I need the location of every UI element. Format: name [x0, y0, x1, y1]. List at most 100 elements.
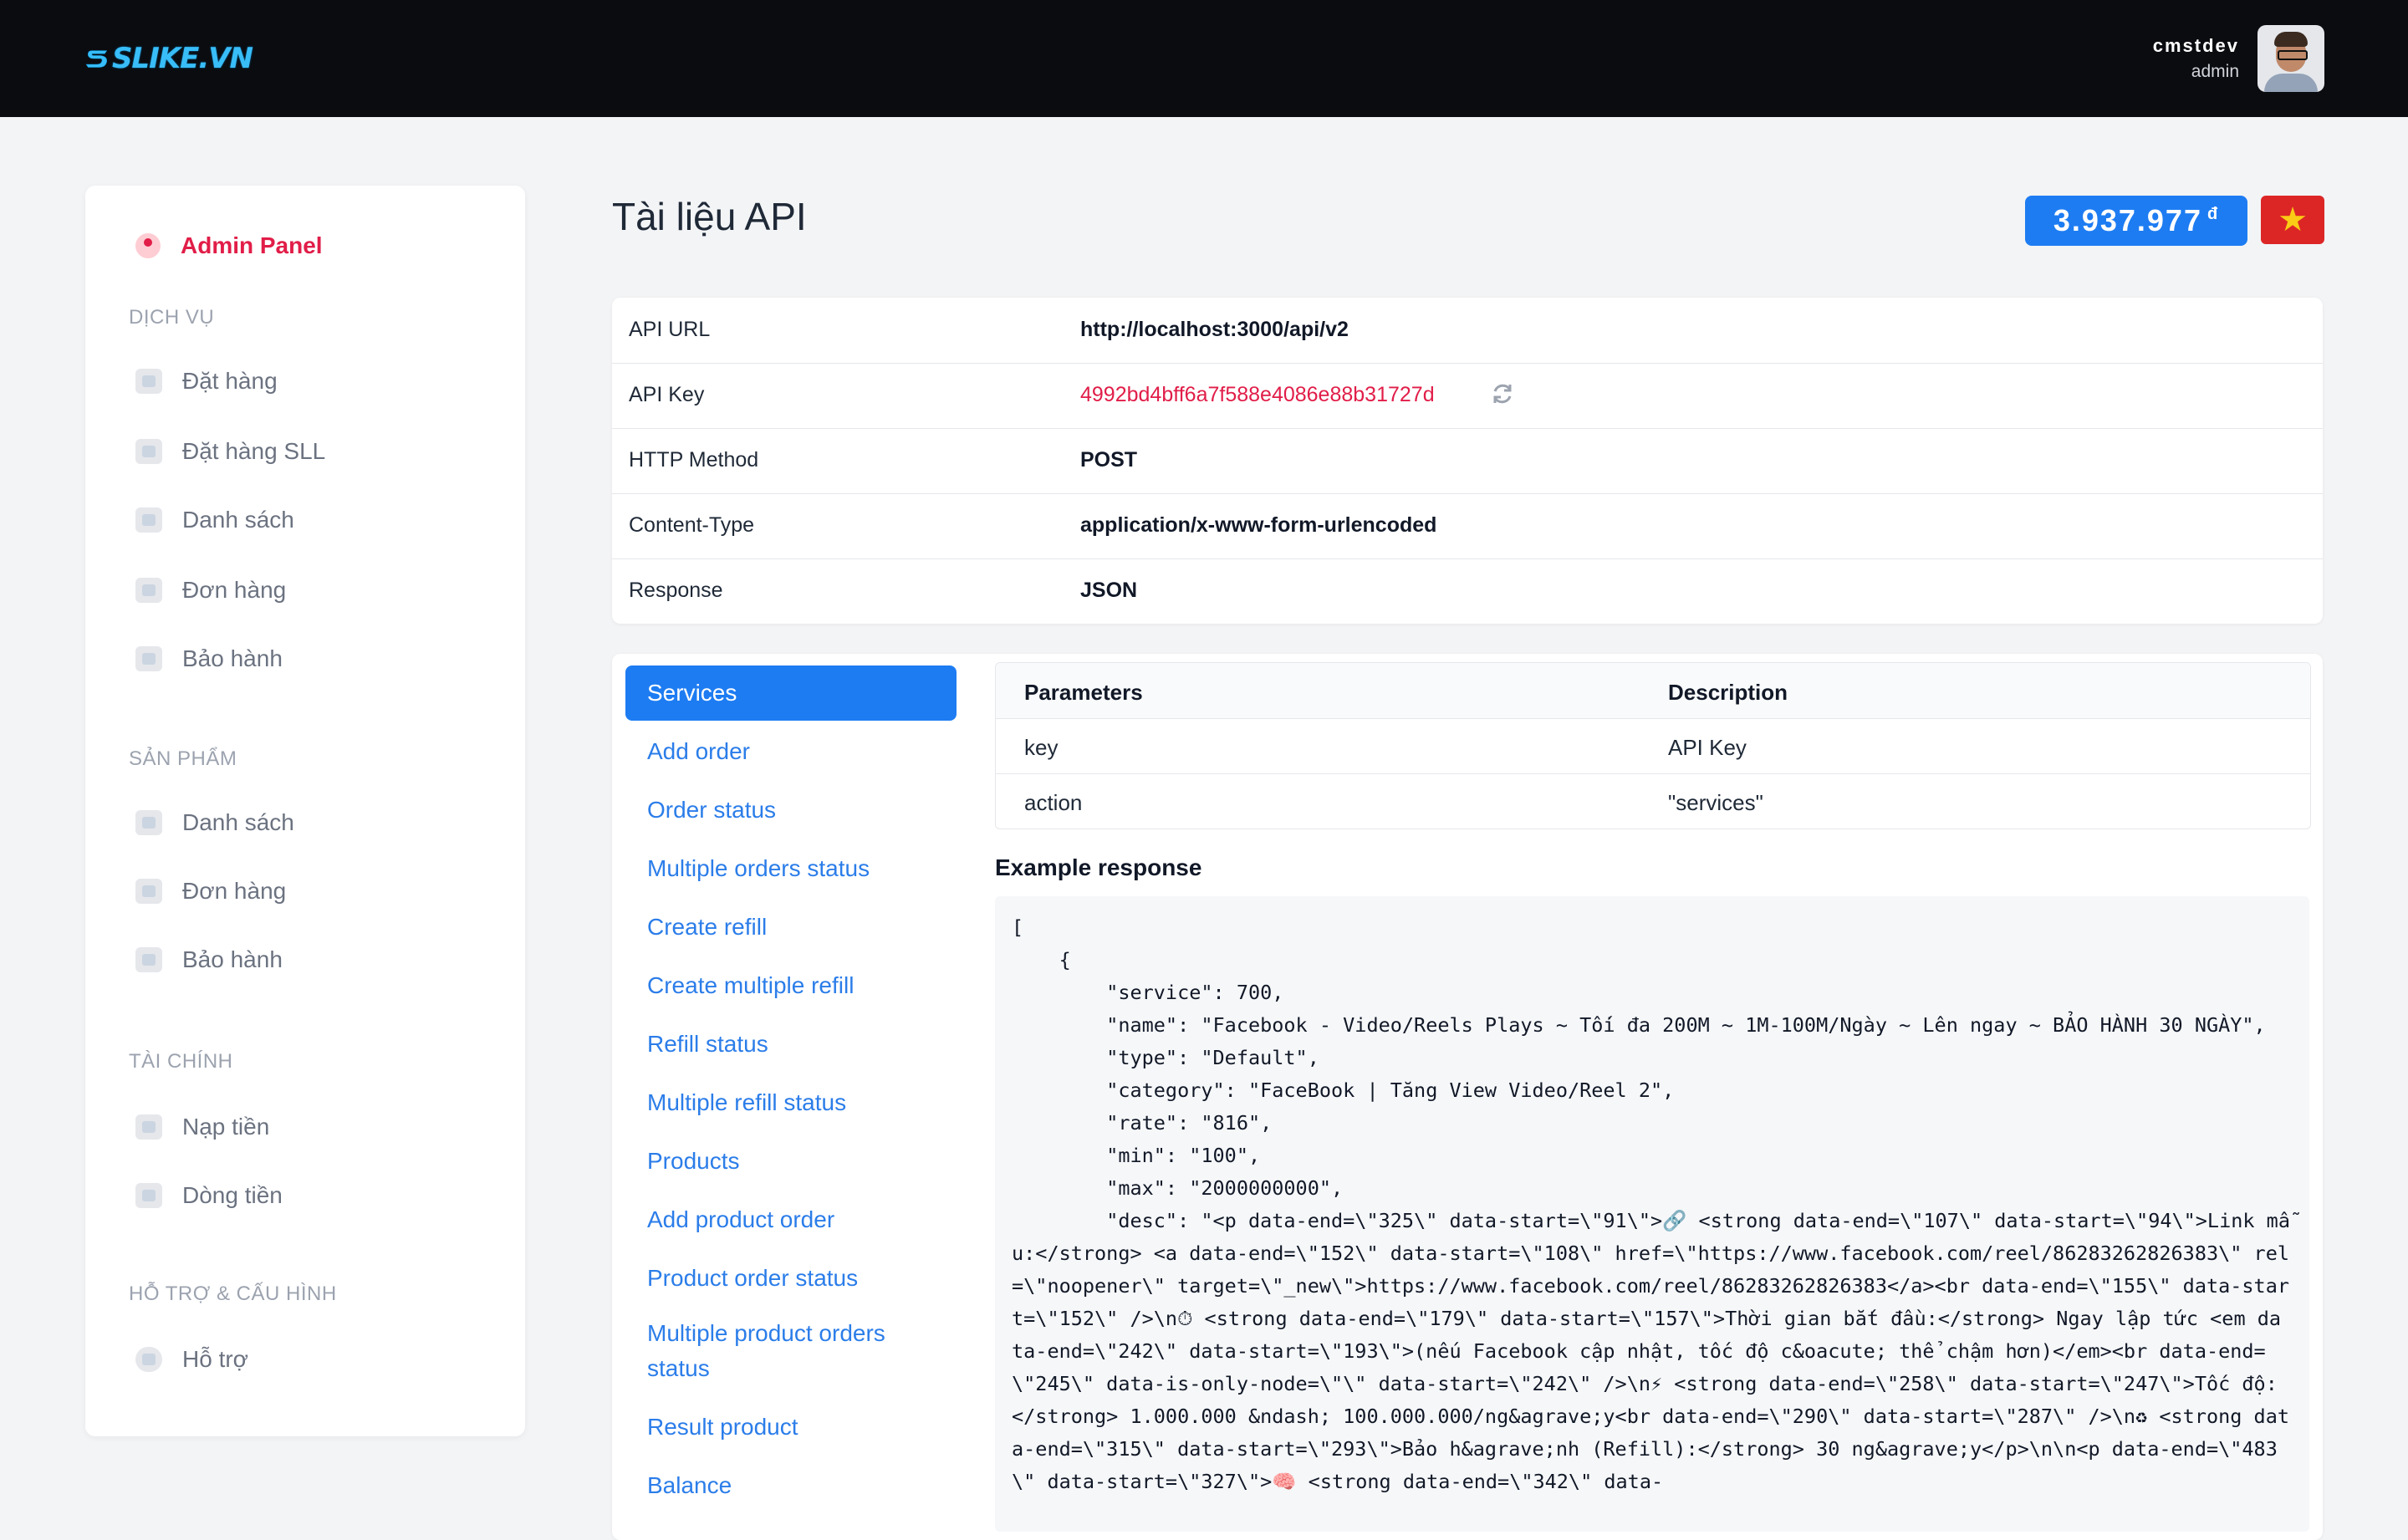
sidebar-item-dat-hang-sll[interactable]: Đặt hàng SLL: [135, 438, 325, 465]
language-flag-vn[interactable]: ★: [2261, 196, 2324, 244]
info-row-content-type: Content-Type application/x-www-form-urle…: [612, 493, 2323, 559]
logo-s-icon: [85, 50, 108, 68]
pie-chart-icon: [135, 810, 162, 835]
sidebar-item-don-hang-dv[interactable]: Đơn hàng: [135, 577, 286, 604]
sidebar-item-label: Đặt hàng: [182, 368, 278, 394]
table-header: Parameters Description: [996, 663, 2310, 719]
param-name: action: [1024, 790, 1083, 815]
info-value: POST: [1080, 448, 1138, 472]
nav-balance[interactable]: Balance: [625, 1458, 957, 1513]
balance-amount: 3.937.977: [2053, 203, 2202, 237]
table-row: action "services": [996, 773, 2310, 829]
sidebar-item-danh-sach-dv[interactable]: Danh sách: [135, 507, 294, 533]
sidebar: Admin Panel DỊCH VỤ Đặt hàng Đặt hàng SL…: [85, 186, 525, 1436]
checklist-icon: [135, 646, 162, 671]
cart-icon: [135, 369, 162, 394]
nav-result-product[interactable]: Result product: [625, 1400, 957, 1455]
sidebar-item-bao-hanh-dv[interactable]: Bảo hành: [135, 645, 283, 672]
sidebar-item-danh-sach-sp[interactable]: Danh sách: [135, 809, 294, 836]
refresh-svg: [1493, 384, 1512, 404]
nav-refill-status[interactable]: Refill status: [625, 1017, 957, 1072]
logo-text: SLIKE.VN: [111, 42, 253, 75]
sidebar-item-label: Danh sách: [182, 809, 294, 835]
info-value: application/x-www-form-urlencoded: [1080, 513, 1437, 537]
info-row-api-url: API URL http://localhost:3000/api/v2: [612, 298, 2323, 364]
nav-product-order-status[interactable]: Product order status: [625, 1251, 957, 1306]
user-circle-icon: [135, 233, 161, 258]
list-icon: [135, 879, 162, 904]
page-title: Tài liệu API: [612, 195, 807, 238]
credit-card-icon: [135, 1114, 162, 1140]
sidebar-item-label: Đơn hàng: [182, 577, 287, 603]
param-description: API Key: [1668, 735, 1747, 760]
table-row: key API Key: [996, 718, 2310, 774]
nav-create-refill[interactable]: Create refill: [625, 900, 957, 955]
nav-order-status[interactable]: Order status: [625, 783, 957, 838]
info-value: http://localhost:3000/api/v2: [1080, 318, 1349, 341]
checklist-icon: [135, 947, 162, 972]
info-value: JSON: [1080, 579, 1138, 602]
api-info-table: API URL http://localhost:3000/api/v2 API…: [612, 298, 2323, 624]
balance-badge[interactable]: 3.937.977 đ: [2025, 196, 2247, 246]
calculator-icon: [135, 1183, 162, 1208]
sidebar-item-label: Danh sách: [182, 507, 294, 533]
api-key-value[interactable]: 4992bd4bff6a7f588e4086e88b31727d: [1080, 383, 1435, 407]
refresh-icon[interactable]: [1490, 381, 1515, 406]
sidebar-item-label: Nạp tiền: [182, 1114, 270, 1140]
nav-add-product-order[interactable]: Add product order: [625, 1192, 957, 1247]
list-icon: [135, 578, 162, 603]
info-row-api-key: API Key 4992bd4bff6a7f588e4086e88b31727d: [612, 363, 2323, 429]
info-row-http-method: HTTP Method POST: [612, 428, 2323, 494]
sidebar-item-label: Đơn hàng: [182, 878, 287, 904]
user-role: admin: [2191, 62, 2239, 81]
param-description: "services": [1668, 790, 1763, 815]
sidebar-admin-panel[interactable]: Admin Panel: [135, 232, 323, 259]
param-name: key: [1024, 735, 1059, 760]
avatar[interactable]: [2258, 25, 2324, 92]
nav-add-order[interactable]: Add order: [625, 724, 957, 779]
info-key: Response: [629, 579, 723, 602]
star-icon: ★: [2278, 201, 2308, 238]
sidebar-item-bao-hanh-sp[interactable]: Bảo hành: [135, 946, 283, 973]
sidebar-item-nap-tien[interactable]: Nạp tiền: [135, 1114, 269, 1140]
column-header: Description: [1668, 680, 1788, 705]
info-key: Content-Type: [629, 513, 755, 537]
sidebar-item-don-hang-sp[interactable]: Đơn hàng: [135, 878, 286, 905]
basket-icon: [135, 439, 162, 464]
user-name: cmstdev: [2152, 35, 2239, 56]
help-circle-icon: [135, 1347, 162, 1372]
code-block: [ { "service": 700, "name": "Facebook - …: [1012, 915, 2290, 1493]
nav-create-multiple-refill[interactable]: Create multiple refill: [625, 958, 957, 1013]
site-logo[interactable]: SLIKE.VN: [85, 37, 253, 80]
info-row-response: Response JSON: [612, 558, 2323, 624]
nav-multiple-refill-status[interactable]: Multiple refill status: [625, 1075, 957, 1130]
nav-multiple-orders-status[interactable]: Multiple orders status: [625, 841, 957, 896]
sidebar-item-label: Bảo hành: [182, 645, 283, 671]
sidebar-item-label: Dòng tiền: [182, 1182, 283, 1208]
clipboard-icon: [135, 507, 162, 533]
sidebar-item-label: Bảo hành: [182, 946, 283, 972]
sidebar-admin-label: Admin Panel: [181, 232, 323, 258]
currency-symbol: đ: [2206, 204, 2220, 223]
api-docs-panel: Services Add order Order status Multiple…: [612, 654, 2323, 1540]
sidebar-section-dich-vu: DỊCH VỤ: [129, 306, 215, 329]
info-key: HTTP Method: [629, 448, 759, 472]
sidebar-item-label: Đặt hàng SLL: [182, 438, 326, 464]
nav-services[interactable]: Services: [625, 665, 957, 721]
sidebar-item-label: Hỗ trợ: [182, 1346, 249, 1372]
user-info: cmstdev admin: [2153, 35, 2239, 82]
user-menu[interactable]: cmstdev admin: [2153, 25, 2324, 92]
info-key: API URL: [629, 318, 711, 341]
sidebar-section-ho-tro: HỖ TRỢ & CẤU HÌNH: [129, 1282, 337, 1305]
nav-products[interactable]: Products: [625, 1134, 957, 1189]
sidebar-section-tai-chinh: TÀI CHÍNH: [129, 1050, 233, 1073]
sidebar-item-dat-hang[interactable]: Đặt hàng: [135, 368, 278, 395]
example-response-code[interactable]: [ { "service": 700, "name": "Facebook - …: [995, 896, 2309, 1532]
nav-multiple-product-orders-status[interactable]: Multiple product orders status: [625, 1308, 901, 1391]
top-bar: SLIKE.VN cmstdev admin: [0, 0, 2408, 117]
sidebar-item-dong-tien[interactable]: Dòng tiền: [135, 1182, 283, 1209]
example-response-title: Example response: [995, 854, 1202, 880]
parameters-table: Parameters Description key API Key actio…: [995, 662, 2311, 829]
sidebar-item-ho-tro[interactable]: Hỗ trợ: [135, 1346, 248, 1373]
info-key: API Key: [629, 383, 705, 406]
